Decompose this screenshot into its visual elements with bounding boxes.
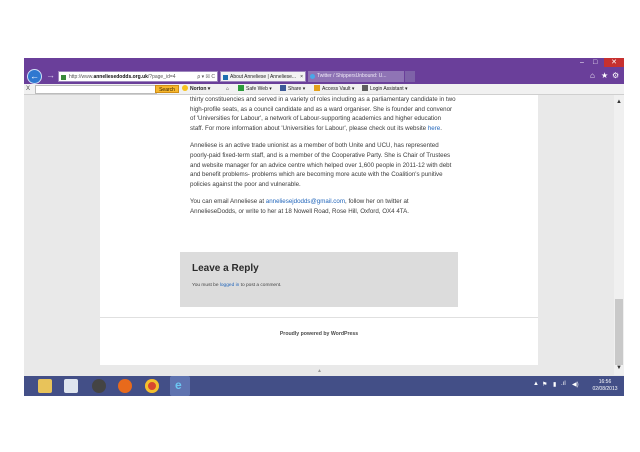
- media-center-icon[interactable]: [64, 379, 78, 393]
- battery-icon[interactable]: ▮: [553, 381, 556, 388]
- chrome-icon[interactable]: [145, 379, 159, 393]
- windows-taskbar: e ▲ ⚑ ▮ .ıl ◀) 16:56 02/08/2013: [24, 376, 624, 396]
- share-menu[interactable]: Share ▾: [280, 84, 305, 94]
- scrollbar-thumb[interactable]: [615, 299, 623, 365]
- scroll-up-icon[interactable]: ▲: [616, 99, 622, 105]
- paragraph-text: thirty constituencies and served in a va…: [190, 96, 456, 132]
- ie-glyph: e: [175, 378, 182, 392]
- norton-toolbar: X Search Norton ▾ ⌂ Safe Web ▾ Share ▾ A…: [24, 84, 624, 95]
- toolbar-search-button[interactable]: Search: [155, 85, 179, 93]
- access-vault-menu[interactable]: Access Vault ▾: [314, 84, 354, 94]
- mail-icon[interactable]: [92, 379, 106, 393]
- arrow-left-icon: ←: [30, 71, 39, 81]
- scroll-down-icon[interactable]: ▼: [616, 365, 622, 371]
- action-center-icon[interactable]: ⚑: [542, 381, 547, 388]
- facebook-icon: [280, 85, 286, 91]
- gear-icon[interactable]: ⚙: [612, 71, 619, 80]
- universities-for-labour-link[interactable]: here: [428, 125, 440, 132]
- screen: ← → http://www.anneliesedodds.org.uk/?pa…: [24, 58, 624, 396]
- url-suffix: /?page_id=4: [147, 74, 176, 80]
- home-icon[interactable]: ⌂: [590, 71, 595, 80]
- article-body: thirty constituencies and served in a va…: [190, 95, 456, 225]
- minimize-button[interactable]: –: [580, 59, 584, 66]
- login-assistant-icon: [362, 85, 368, 91]
- login-required-note: You must be logged in to post a comment.: [192, 283, 281, 288]
- article-paragraph: thirty constituencies and served in a va…: [190, 95, 456, 133]
- vault-icon: [314, 85, 320, 91]
- safe-web-icon: [238, 85, 244, 91]
- site-credits[interactable]: Proudly powered by WordPress: [100, 331, 538, 337]
- paragraph-text: You can email Anneliese at: [190, 198, 266, 206]
- clock-time: 16:56: [598, 379, 612, 385]
- footer-divider: [100, 317, 538, 318]
- file-explorer-icon[interactable]: [38, 379, 52, 393]
- norton-check-icon: [182, 85, 188, 91]
- tab-label: About Anneliese | Anneliese...: [230, 74, 297, 80]
- system-clock[interactable]: 16:56 02/08/2013: [586, 379, 624, 393]
- url-domain: anneliesedodds.org.uk: [93, 74, 148, 80]
- tab-close-icon[interactable]: ×: [300, 72, 303, 81]
- access-vault-label: Access Vault ▾: [322, 86, 355, 92]
- new-tab-button[interactable]: [405, 71, 415, 82]
- internet-explorer-icon[interactable]: e: [170, 376, 190, 396]
- norton-menu[interactable]: Norton ▾: [182, 84, 210, 94]
- article-paragraph: You can email Anneliese at anneliesejdod…: [190, 197, 456, 216]
- toolbar-search-input[interactable]: [35, 85, 157, 94]
- tab-about-anneliese[interactable]: About Anneliese | Anneliese... ×: [220, 71, 306, 82]
- address-controls[interactable]: ρ ▾ ☒ C: [197, 72, 215, 81]
- login-assistant-menu[interactable]: Login Assistant ▾: [362, 84, 408, 94]
- browser-title-bar: ← → http://www.anneliesedodds.org.uk/?pa…: [24, 58, 624, 84]
- network-signal-icon[interactable]: .ıl: [561, 381, 566, 387]
- article-paragraph: Anneliese is an active trade unionist as…: [190, 142, 452, 188]
- maximize-button[interactable]: □: [593, 59, 597, 66]
- clock-date: 02/08/2013: [592, 386, 618, 392]
- url-prefix: http://www.: [69, 74, 94, 80]
- firefox-icon[interactable]: [118, 379, 132, 393]
- norton-label: Norton ▾: [190, 86, 211, 92]
- login-assistant-label: Login Assistant ▾: [370, 86, 408, 92]
- show-hidden-icons-icon[interactable]: ▲: [533, 381, 539, 387]
- note-end: to post a comment.: [239, 283, 282, 288]
- tab-label: Twitter / ShippersUnbound: U...: [317, 73, 387, 79]
- web-page: thirty constituencies and served in a va…: [100, 95, 538, 365]
- tab-twitter[interactable]: Twitter / ShippersUnbound: U...: [308, 71, 404, 82]
- share-label: Share ▾: [288, 86, 306, 92]
- paragraph-end: .: [440, 124, 442, 132]
- logged-in-link[interactable]: logged in: [220, 283, 239, 288]
- site-icon: [61, 75, 66, 80]
- leave-reply-box: Leave a Reply You must be logged in to p…: [180, 252, 458, 307]
- close-window-button[interactable]: ✕: [604, 58, 624, 67]
- volume-icon[interactable]: ◀): [572, 381, 579, 388]
- note-text: You must be: [192, 283, 220, 288]
- reply-title: Leave a Reply: [192, 263, 259, 274]
- close-toolbar-icon[interactable]: X: [26, 84, 30, 94]
- address-bar[interactable]: http://www.anneliesedodds.org.uk/?page_i…: [58, 71, 218, 82]
- vertical-scrollbar[interactable]: ▲ ▼: [614, 95, 624, 375]
- twitter-icon: [310, 74, 315, 79]
- email-link[interactable]: anneliesejdodds@gmail.com: [266, 198, 345, 205]
- star-icon[interactable]: ★: [601, 71, 608, 80]
- safe-web-menu[interactable]: Safe Web ▾: [238, 84, 272, 94]
- scroll-to-top-icon[interactable]: ▲: [317, 368, 322, 374]
- arrow-right-icon: →: [46, 70, 55, 80]
- forward-button[interactable]: →: [44, 69, 57, 82]
- toolbar-home-icon[interactable]: ⌂: [226, 84, 229, 94]
- favicon-icon: [223, 75, 228, 80]
- safe-web-label: Safe Web ▾: [246, 86, 272, 92]
- back-button[interactable]: ←: [27, 69, 42, 84]
